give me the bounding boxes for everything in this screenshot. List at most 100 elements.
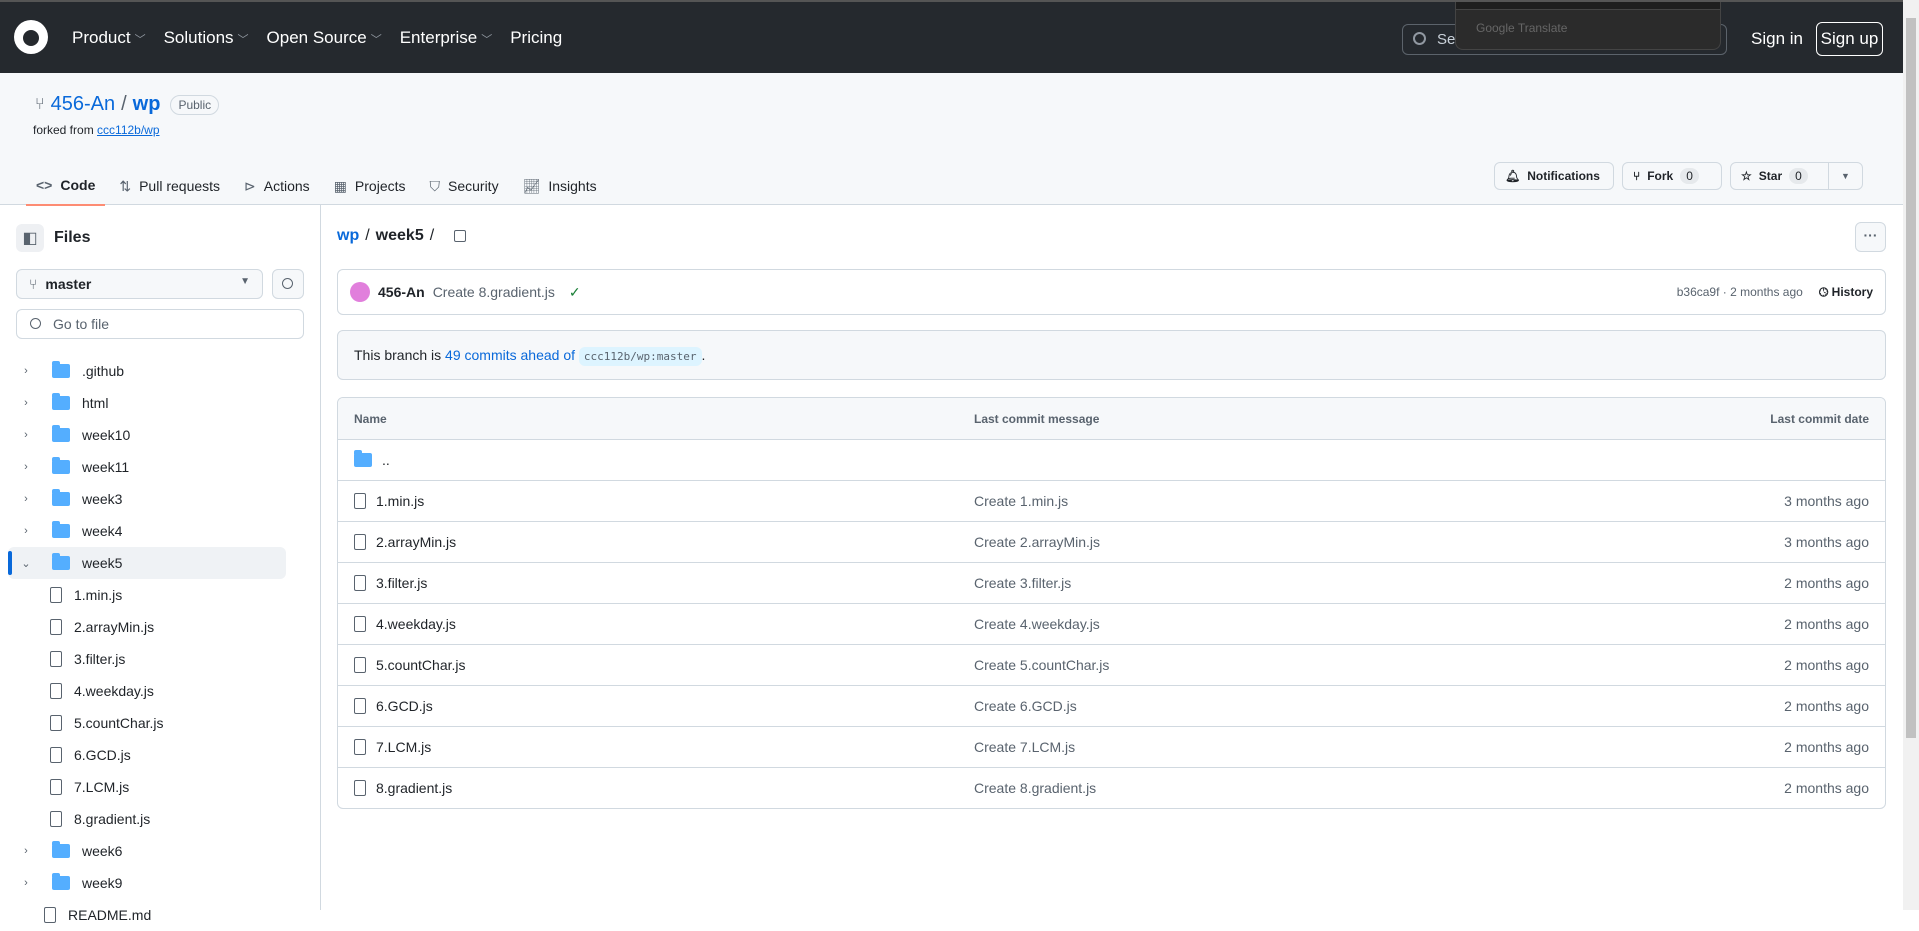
- repo-owner-link[interactable]: 456-An: [51, 93, 116, 116]
- star-dropdown-caret-icon[interactable]: ▼: [1828, 163, 1862, 189]
- commit-message-link[interactable]: Create 3.filter.js: [974, 575, 1071, 591]
- branch-select[interactable]: ⑂ master ▼: [16, 269, 263, 299]
- chevron-right-icon[interactable]: ›: [20, 397, 32, 409]
- chevron-right-icon[interactable]: ›: [20, 877, 32, 889]
- chevron-down-icon: ﹀: [134, 34, 146, 46]
- tree-item[interactable]: 1.min.js: [0, 579, 320, 611]
- tab-insights[interactable]: 📈︎ Insights: [513, 168, 607, 206]
- table-row[interactable]: 2.arrayMin.js Create 2.arrayMin.js 3 month…: [338, 521, 1885, 562]
- commit-message-link[interactable]: Create 4.weekday.js: [974, 616, 1100, 632]
- commit-message[interactable]: Create 8.gradient.js: [433, 284, 555, 300]
- commit-sha[interactable]: b36ca9f: [1677, 285, 1720, 299]
- tab-security[interactable]: ⛉ Security: [420, 168, 509, 206]
- commit-message-link[interactable]: Create 8.gradient.js: [974, 780, 1096, 796]
- tree-item[interactable]: 3.filter.js: [0, 643, 320, 675]
- tab-pull-requests[interactable]: ⇅ Pull requests: [109, 168, 230, 206]
- tree-item[interactable]: › week4: [0, 515, 320, 547]
- table-row[interactable]: 5.countChar.js Create 5.countChar.js 2 mon…: [338, 644, 1885, 685]
- tree-item[interactable]: 6.GCD.js: [0, 739, 320, 771]
- tree-item[interactable]: › html: [0, 387, 320, 419]
- chevron-right-icon[interactable]: ›: [20, 429, 32, 441]
- commit-message-link[interactable]: Create 1.min.js: [974, 493, 1068, 509]
- nav-solutions[interactable]: Solutions ﹀: [164, 28, 249, 48]
- tree-item[interactable]: README.md: [0, 899, 320, 931]
- chevron-down-icon[interactable]: ⌄: [20, 557, 32, 570]
- more-options-button[interactable]: ···: [1855, 222, 1886, 252]
- file-name-link[interactable]: 2.arrayMin.js: [376, 534, 456, 550]
- nav-enterprise[interactable]: Enterprise ﹀: [400, 28, 492, 48]
- file-name-link[interactable]: 1.min.js: [376, 493, 424, 509]
- parent-directory-row[interactable]: ..: [338, 439, 1885, 480]
- table-row[interactable]: 1.min.js Create 1.min.js 3 months ago: [338, 480, 1885, 521]
- table-row[interactable]: 7.LCM.js Create 7.LCM.js 2 months ago: [338, 726, 1885, 767]
- file-name-link[interactable]: 4.weekday.js: [376, 616, 456, 632]
- chevron-right-icon[interactable]: ›: [20, 461, 32, 473]
- tab-projects[interactable]: ▦ Projects: [324, 168, 416, 206]
- chevron-right-icon[interactable]: ›: [20, 525, 32, 537]
- commit-message-link[interactable]: Create 5.countChar.js: [974, 657, 1109, 673]
- scrollbar[interactable]: [1903, 0, 1919, 910]
- forked-from-link[interactable]: ccc112b/wp: [97, 123, 159, 137]
- file-name-link[interactable]: 5.countChar.js: [376, 657, 466, 673]
- repo-name-link[interactable]: wp: [133, 93, 161, 116]
- sign-up-button[interactable]: Sign up: [1816, 22, 1883, 56]
- file-name-link[interactable]: 8.gradient.js: [376, 780, 452, 796]
- tree-item[interactable]: › .github: [0, 355, 320, 387]
- tree-item[interactable]: 2.arrayMin.js: [0, 611, 320, 643]
- nav-product[interactable]: Product ﹀: [72, 28, 146, 48]
- parent-link[interactable]: ..: [382, 452, 390, 468]
- commits-ahead-link[interactable]: 49 commits ahead of: [445, 347, 575, 363]
- commit-message-link[interactable]: Create 6.GCD.js: [974, 698, 1077, 714]
- star-button[interactable]: ☆ Star 0 ▼: [1730, 162, 1863, 190]
- tree-item[interactable]: › week3: [0, 483, 320, 515]
- go-to-file-input[interactable]: Go to file: [16, 309, 304, 339]
- global-header: Product ﹀ Solutions ﹀ Open Source ﹀ Enterpr…: [0, 0, 1903, 73]
- notifications-button[interactable]: 🔔︎ Notifications: [1494, 162, 1614, 190]
- file-name-link[interactable]: 6.GCD.js: [376, 698, 433, 714]
- breadcrumb-root[interactable]: wp: [337, 227, 359, 245]
- commit-sha-time[interactable]: b36ca9f · 2 months ago: [1677, 285, 1803, 299]
- collapse-sidebar-icon[interactable]: ◧: [16, 224, 44, 252]
- table-row[interactable]: 8.gradient.js Create 8.gradient.js 2 month…: [338, 767, 1885, 808]
- notifications-label: Notifications: [1527, 169, 1600, 183]
- chevron-right-icon[interactable]: ›: [20, 365, 32, 377]
- tree-item[interactable]: › week6: [0, 835, 320, 867]
- tree-item[interactable]: › week9: [0, 867, 320, 899]
- star-icon: ☆: [1741, 169, 1752, 183]
- table-row[interactable]: 3.filter.js Create 3.filter.js 2 months ag…: [338, 562, 1885, 603]
- tree-item[interactable]: 8.gradient.js: [0, 803, 320, 835]
- commit-message-link[interactable]: Create 7.LCM.js: [974, 739, 1075, 755]
- tree-item[interactable]: 5.countChar.js: [0, 707, 320, 739]
- table-row[interactable]: 6.GCD.js Create 6.GCD.js 2 months ago: [338, 685, 1885, 726]
- tree-item[interactable]: › week11: [0, 451, 320, 483]
- chevron-right-icon[interactable]: ›: [20, 493, 32, 505]
- avatar[interactable]: [350, 282, 370, 302]
- file-name-link[interactable]: 3.filter.js: [376, 575, 427, 591]
- nav-pricing[interactable]: Pricing: [510, 28, 562, 48]
- tree-item[interactable]: ⌄ week5: [8, 547, 286, 579]
- search-files-button[interactable]: [272, 269, 304, 299]
- tree-item[interactable]: › week10: [0, 419, 320, 451]
- tab-actions[interactable]: ⊳ Actions: [234, 168, 320, 206]
- sign-in-link[interactable]: Sign in: [1751, 29, 1803, 49]
- tab-code[interactable]: <> Code: [26, 168, 106, 206]
- table-row[interactable]: 4.weekday.js Create 4.weekday.js 2 months …: [338, 603, 1885, 644]
- tree-item-label: 1.min.js: [74, 587, 123, 603]
- nav-open-source[interactable]: Open Source ﹀: [267, 28, 382, 48]
- scrollbar-thumb[interactable]: [1906, 18, 1916, 738]
- fork-icon: ⑂: [1633, 169, 1641, 183]
- tree-item-label: .github: [82, 363, 125, 379]
- commit-author[interactable]: 456-An: [378, 284, 425, 300]
- commit-message-link[interactable]: Create 2.arrayMin.js: [974, 534, 1100, 550]
- tab-label: Code: [60, 177, 96, 193]
- chevron-right-icon[interactable]: ›: [20, 845, 32, 857]
- file-icon: [354, 575, 366, 591]
- tree-item[interactable]: 7.LCM.js: [0, 771, 320, 803]
- tree-item[interactable]: 4.weekday.js: [0, 675, 320, 707]
- copy-path-icon[interactable]: [454, 230, 467, 242]
- fork-button[interactable]: ⑂ Fork 0: [1622, 162, 1722, 190]
- github-logo-icon[interactable]: [14, 20, 48, 54]
- commit-date: 2 months ago: [1784, 616, 1869, 632]
- file-name-link[interactable]: 7.LCM.js: [376, 739, 431, 755]
- history-button[interactable]: 🕓︎ History: [1819, 285, 1873, 300]
